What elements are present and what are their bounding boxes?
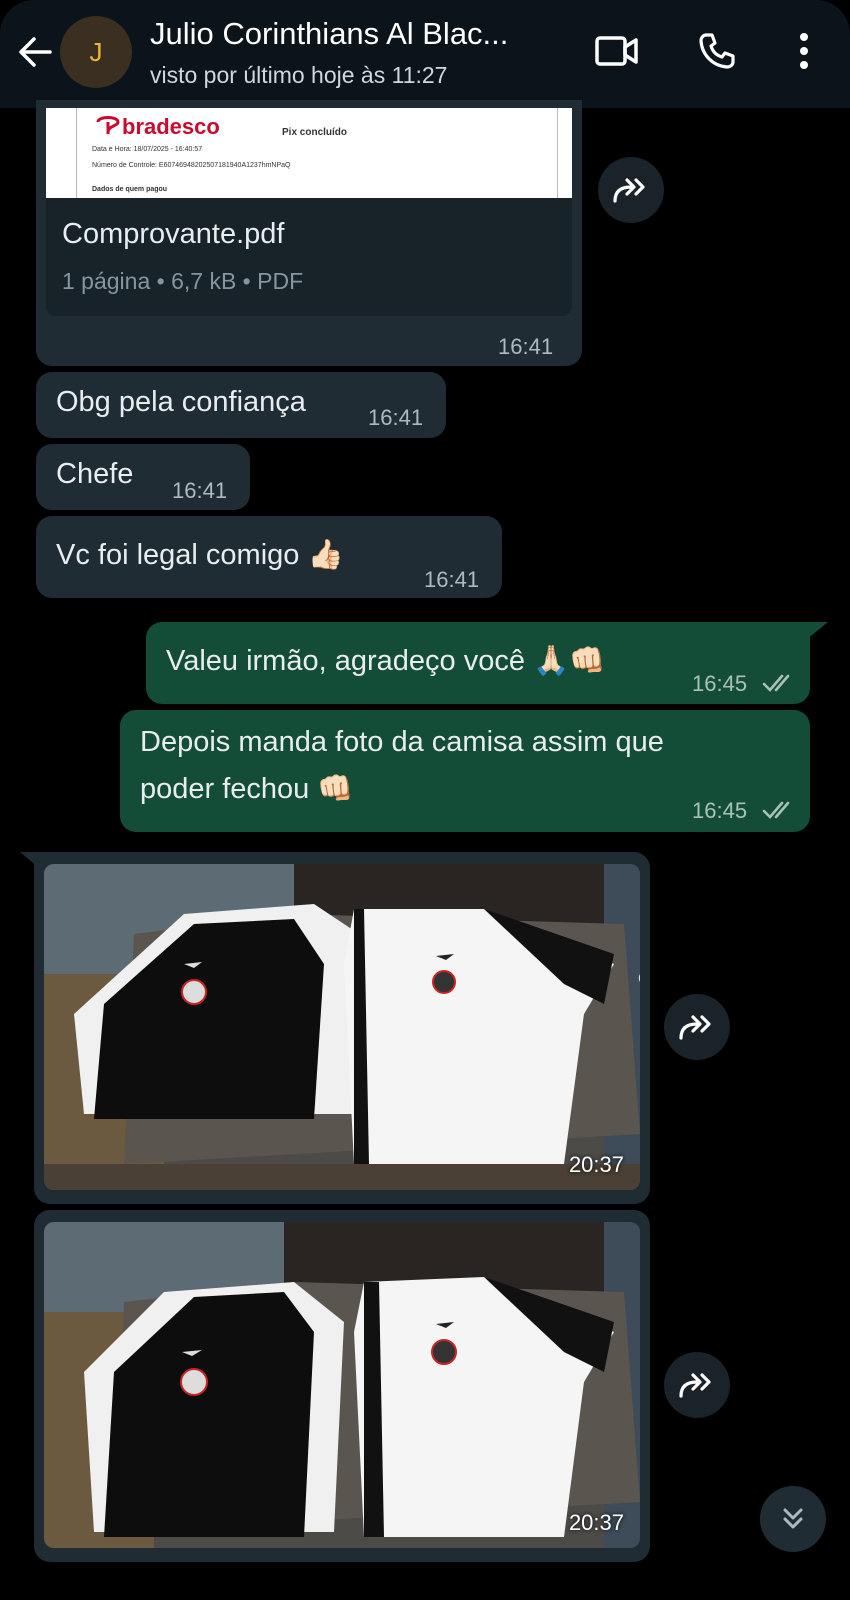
forward-icon [679,1373,711,1398]
message-text-line2: poder fechou 👊🏻 [140,773,354,805]
document-preview-title: Pix concluído [282,127,348,138]
forward-icon [679,1015,711,1040]
phone-icon [699,33,735,69]
message-text: Chefe [56,458,134,490]
shirt-photo[interactable]: os 20:37 [44,864,640,1190]
more-vertical-icon [800,33,808,69]
forward-button[interactable] [598,157,664,223]
forward-icon [613,178,645,203]
contact-name[interactable]: Julio Corinthians Al Blac... [150,16,508,52]
photo-time: 20:37 [568,1152,624,1177]
video-call-icon [595,36,638,66]
message-bubble-outgoing[interactable]: Depois manda foto da camisa assim que po… [120,710,810,832]
last-seen-status: visto por último hoje às 11:27 [150,62,448,88]
message-bubble-outgoing[interactable]: Valeu irmão, agradeço você 🙏🏻👊🏻 16:45 [146,622,810,704]
scroll-to-bottom-button[interactable] [760,1486,826,1552]
double-check-icon [762,801,790,819]
menu-button[interactable] [779,26,829,76]
document-preview[interactable]: bradesco Pix concluído Data e Hora: 18/0… [46,108,572,198]
document-filename: Comprovante.pdf [62,218,285,250]
forward-button[interactable] [664,994,730,1060]
document-info[interactable]: Comprovante.pdf 1 página • 6,7 kB • PDF [46,198,572,316]
video-call-button[interactable] [592,26,642,76]
document-meta: 1 página • 6,7 kB • PDF [62,268,304,294]
double-check-icon [762,674,790,692]
scroll-down-icon [783,1508,803,1529]
message-time: 16:41 [172,478,228,503]
document-preview-control: Número de Controle: E6074694820250718194… [92,162,291,169]
back-button[interactable] [14,30,58,74]
photo-time: 20:37 [568,1510,624,1535]
shirt-photo[interactable]: 20:37 [44,1222,640,1548]
photo-jerseys [44,864,640,1190]
message-time: 16:45 [692,798,748,823]
message-time: 16:41 [498,334,554,359]
chat-header: J Julio Corinthians Al Blac... visto por… [0,0,850,108]
forward-button[interactable] [664,1352,730,1418]
bubble-tail [806,622,828,640]
arrow-left-icon [19,37,52,67]
message-bubble[interactable]: Obg pela confiança 16:41 [36,372,446,438]
avatar-letter: J [89,36,103,67]
bradesco-logo-icon [96,116,120,134]
document-preview-date: Data e Hora: 18/07/2025 - 16:40:57 [92,146,203,153]
document-preview-payer: Dados de quem pagou [92,186,168,193]
photo-overlay-text: os [638,964,640,990]
avatar[interactable]: J [60,16,132,88]
message-bubble[interactable]: Chefe 16:41 [36,444,250,510]
message-text: Obg pela confiança [56,386,306,418]
message-time: 16:41 [368,405,424,430]
message-text: Valeu irmão, agradeço você 🙏🏻👊🏻 [166,645,606,677]
document-preview-bank: bradesco [122,114,220,139]
photo-jerseys [44,1222,640,1548]
message-text: Vc foi legal comigo 👍🏻 [56,539,344,571]
message-time: 16:41 [424,567,480,592]
voice-call-button[interactable] [692,26,742,76]
message-time: 16:45 [692,671,748,696]
message-bubble[interactable]: Vc foi legal comigo 👍🏻 16:41 [36,516,502,598]
message-text-line1: Depois manda foto da camisa assim que [140,726,664,758]
